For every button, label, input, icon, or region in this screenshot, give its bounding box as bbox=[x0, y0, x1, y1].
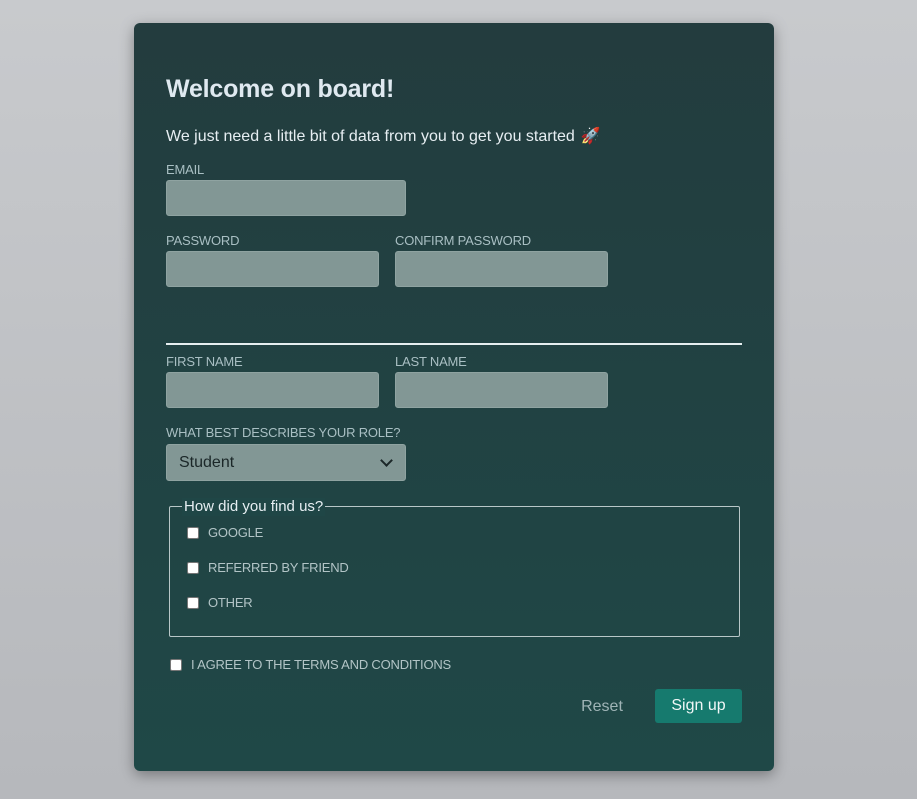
terms-label: I AGREE TO THE TERMS AND CONDITIONS bbox=[191, 657, 452, 672]
confirm-password-field[interactable] bbox=[395, 251, 608, 287]
section-divider bbox=[166, 343, 742, 345]
subtitle-text: We just need a little bit of data from y… bbox=[166, 128, 575, 145]
referral-legend: How did you find us? bbox=[182, 498, 326, 516]
email-label: EMAIL bbox=[166, 162, 205, 177]
referral-option-other[interactable]: OTHER bbox=[187, 595, 253, 610]
rocket-icon: 🚀 bbox=[580, 128, 601, 145]
role-select[interactable]: Student bbox=[166, 444, 406, 481]
last-name-field[interactable] bbox=[395, 372, 608, 408]
google-label: GOOGLE bbox=[208, 525, 264, 540]
sign-up-button[interactable]: Sign up bbox=[655, 689, 742, 723]
referral-fieldset: How did you find us? GOOGLE REFERRED BY … bbox=[169, 498, 740, 637]
role-label: WHAT BEST DESCRIBES YOUR ROLE? bbox=[166, 425, 401, 440]
terms-agreement[interactable]: I AGREE TO THE TERMS AND CONDITIONS bbox=[170, 657, 451, 672]
last-name-label: LAST NAME bbox=[395, 354, 467, 369]
referred-by-friend-label: REFERRED BY FRIEND bbox=[208, 560, 349, 575]
referred-by-friend-checkbox[interactable] bbox=[187, 561, 199, 574]
first-name-label: FIRST NAME bbox=[166, 354, 243, 369]
chevron-down-icon bbox=[380, 454, 393, 467]
role-selected-value: Student bbox=[179, 453, 235, 471]
first-name-field[interactable] bbox=[166, 372, 379, 408]
referral-option-google[interactable]: GOOGLE bbox=[187, 525, 263, 540]
other-label: OTHER bbox=[208, 595, 253, 610]
email-field[interactable] bbox=[166, 180, 406, 216]
form-title: Welcome on board! bbox=[166, 75, 395, 103]
referral-option-friend[interactable]: REFERRED BY FRIEND bbox=[187, 560, 349, 575]
reset-button[interactable]: Reset bbox=[570, 690, 634, 724]
password-label: PASSWORD bbox=[166, 233, 240, 248]
confirm-password-label: CONFIRM PASSWORD bbox=[395, 233, 531, 248]
other-checkbox[interactable] bbox=[187, 596, 199, 609]
google-checkbox[interactable] bbox=[187, 526, 199, 539]
password-field[interactable] bbox=[166, 251, 379, 287]
terms-checkbox[interactable] bbox=[170, 658, 182, 671]
signup-card: Welcome on board! We just need a little … bbox=[134, 23, 774, 771]
form-subtitle: We just need a little bit of data from y… bbox=[166, 126, 601, 146]
